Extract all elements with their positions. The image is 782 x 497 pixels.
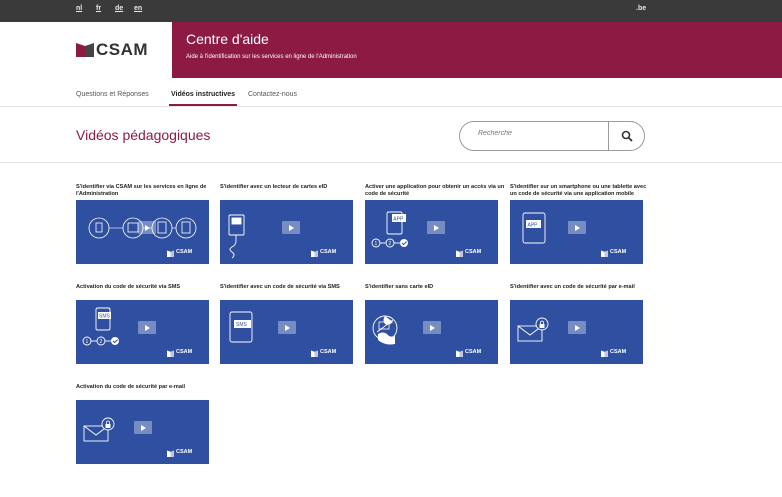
thumb-logo-text: CSAM (176, 449, 193, 455)
csam-logo-icon (601, 250, 608, 257)
search-button[interactable] (610, 122, 644, 150)
play-button[interactable] (138, 321, 156, 334)
play-button[interactable] (568, 321, 586, 334)
lang-nl-link[interactable]: nl (76, 5, 82, 12)
csam-logo-icon (601, 350, 608, 357)
thumb-logo-text: CSAM (320, 349, 337, 355)
video-card: Activation du code de sécurité via SMS S… (76, 284, 209, 364)
active-tab-indicator (169, 104, 237, 106)
video-title[interactable]: Activer une application pour obtenir un … (365, 184, 505, 198)
svg-text:1: 1 (86, 339, 89, 345)
thumb-logo-text: CSAM (610, 249, 627, 255)
csam-logo-icon (167, 250, 174, 257)
thumb-logo-text: CSAM (610, 349, 627, 355)
app-badge-text: APP (393, 216, 404, 222)
thumb-logo: CSAM (167, 349, 203, 357)
banner-title: Centre d'aide (186, 31, 269, 47)
tab-videos[interactable]: Vidéos instructives (171, 91, 235, 98)
thumb-logo-text: CSAM (465, 349, 482, 355)
thumb-logo: CSAM (311, 349, 347, 357)
csam-logo-icon (76, 43, 94, 57)
sms-badge-text: SMS (236, 322, 248, 328)
video-card: S'identifier avec un lecteur de cartes e… (220, 184, 353, 264)
play-button[interactable] (134, 421, 152, 434)
play-button[interactable] (427, 221, 445, 234)
thumb-logo: CSAM (456, 249, 492, 257)
svg-text:2: 2 (389, 241, 392, 247)
tab-questions[interactable]: Questions et Réponses (76, 91, 149, 98)
video-card: S'identifier via CSAM sur les services e… (76, 184, 209, 264)
section-divider (0, 162, 782, 163)
header-banner: Centre d'aide Aide à l'identification su… (172, 22, 782, 78)
search-box (459, 121, 645, 151)
thumb-logo: CSAM (601, 249, 637, 257)
csam-logo-icon (456, 250, 463, 257)
video-thumbnail[interactable]: CSAM (510, 300, 643, 364)
play-button[interactable] (138, 221, 156, 234)
video-thumbnail[interactable]: APP 1 2 CSAM (365, 200, 498, 264)
tab-contact[interactable]: Contactez-nous (248, 91, 297, 98)
csam-logo-icon (456, 350, 463, 357)
play-button[interactable] (278, 321, 296, 334)
video-thumbnail[interactable]: CSAM (365, 300, 498, 364)
thumb-logo: CSAM (167, 449, 203, 457)
video-card: Activer une application pour obtenir un … (365, 184, 504, 264)
video-thumbnail[interactable]: CSAM (220, 200, 353, 264)
play-button[interactable] (568, 221, 586, 234)
video-card: S'identifier sur un smartphone ou une ta… (510, 184, 646, 264)
video-card: S'identifier sans carte eID CSAM (365, 284, 498, 364)
video-title[interactable]: S'identifier sans carte eID (365, 284, 505, 298)
video-title[interactable]: S'identifier avec un code de sécurité vi… (220, 284, 360, 298)
csam-logo-icon (311, 350, 318, 357)
video-title[interactable]: S'identifier via CSAM sur les services e… (76, 184, 216, 198)
play-button[interactable] (423, 321, 441, 334)
play-button[interactable] (282, 221, 300, 234)
video-title[interactable]: S'identifier avec un lecteur de cartes e… (220, 184, 360, 198)
svg-text:2: 2 (100, 339, 103, 345)
video-thumbnail[interactable]: APP CSAM (510, 200, 643, 264)
video-title[interactable]: S'identifier sur un smartphone ou une ta… (510, 184, 650, 198)
page-title: Vidéos pédagogiques (76, 127, 211, 143)
video-card: Activation du code de sécurité par e-mai… (76, 384, 209, 464)
search-separator (608, 122, 609, 150)
video-title[interactable]: Activation du code de sécurité par e-mai… (76, 384, 216, 398)
search-input[interactable] (476, 129, 610, 138)
banner-subtitle: Aide à l'identification sur les services… (186, 54, 357, 60)
thumb-logo: CSAM (311, 249, 347, 257)
search-icon (621, 130, 633, 142)
csam-logo-icon (167, 450, 174, 457)
video-card: S'identifier avec un code de sécurité pa… (510, 284, 643, 364)
thumb-logo-text: CSAM (176, 349, 193, 355)
thumb-logo: CSAM (456, 349, 492, 357)
video-card: S'identifier avec un code de sécurité vi… (220, 284, 353, 364)
video-thumbnail[interactable]: CSAM (76, 200, 209, 264)
lang-en-link[interactable]: en (134, 5, 142, 12)
sms-badge-text: SMS (99, 314, 111, 320)
csam-logo-icon (167, 350, 174, 357)
top-bar: nl fr de en .be (0, 0, 782, 22)
thumb-logo-text: CSAM (320, 249, 337, 255)
svg-text:1: 1 (375, 241, 378, 247)
video-thumbnail[interactable]: SMS 1 2 CSAM (76, 300, 209, 364)
thumb-logo: CSAM (167, 249, 203, 257)
video-thumbnail[interactable]: SMS CSAM (220, 300, 353, 364)
app-badge-text: APP (528, 222, 539, 228)
csam-logo-icon (311, 250, 318, 257)
lang-de-link[interactable]: de (115, 5, 123, 12)
lang-fr-link[interactable]: fr (96, 5, 101, 12)
site-suffix: .be (636, 5, 647, 12)
video-title[interactable]: Activation du code de sécurité via SMS (76, 284, 216, 298)
main-nav: Questions et Réponses Vidéos instructive… (0, 78, 782, 107)
thumb-logo-text: CSAM (465, 249, 482, 255)
thumb-logo: CSAM (601, 349, 637, 357)
logo-text: CSAM (96, 40, 149, 59)
video-thumbnail[interactable]: CSAM (76, 400, 209, 464)
thumb-logo-text: CSAM (176, 249, 193, 255)
video-title[interactable]: S'identifier avec un code de sécurité pa… (510, 284, 650, 298)
